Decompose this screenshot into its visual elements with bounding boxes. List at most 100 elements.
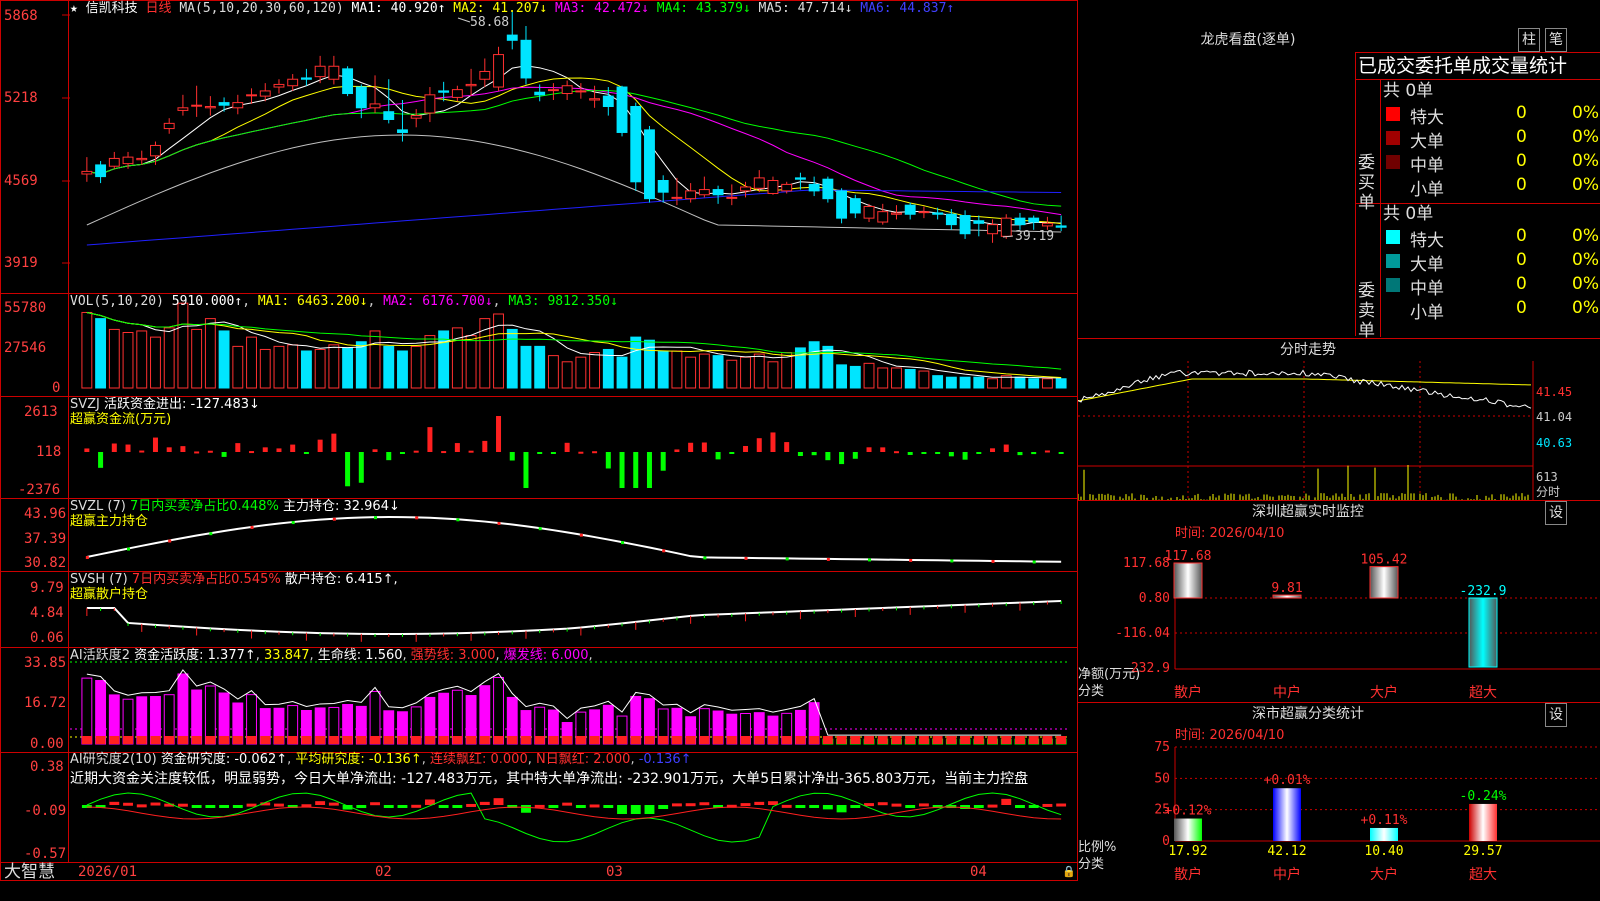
candle bbox=[177, 94, 189, 116]
svzl-line-tick bbox=[209, 532, 213, 536]
candle-body bbox=[781, 183, 793, 192]
period-label[interactable]: 日线 bbox=[146, 1, 172, 16]
svzj-bar bbox=[1003, 444, 1009, 452]
order-percent: 0% bbox=[1572, 250, 1599, 270]
candle bbox=[726, 184, 738, 206]
ai1-base-bar bbox=[630, 736, 641, 744]
ai1-base-bar bbox=[205, 736, 216, 744]
candle-body bbox=[493, 54, 504, 88]
ai-research-bars bbox=[81, 792, 1067, 843]
volume-bar bbox=[616, 356, 628, 389]
candle-body bbox=[122, 156, 134, 165]
volume-bar bbox=[451, 327, 463, 389]
monitor-bar-label: -232.9 bbox=[1460, 584, 1507, 599]
tick-mode-button[interactable]: 笔 bbox=[1545, 28, 1567, 52]
volume-bar bbox=[328, 344, 340, 389]
svzj-bar bbox=[1031, 452, 1037, 455]
star-icon[interactable]: ★ bbox=[70, 1, 78, 16]
ai1-axis-label: 33.85 bbox=[24, 655, 67, 671]
ai2-bar bbox=[809, 805, 820, 808]
ma-definition: MA(5,10,20,30,60,120) bbox=[179, 1, 344, 16]
date-axis-label: 03 bbox=[606, 864, 623, 880]
order-percent: 0% bbox=[1572, 127, 1599, 147]
ai1-base-bar bbox=[589, 736, 600, 744]
ai2-bar bbox=[493, 798, 504, 805]
svzl-line bbox=[85, 516, 1062, 564]
candle-body bbox=[438, 90, 450, 93]
ai2-bar bbox=[850, 805, 861, 808]
order-color-swatch bbox=[1386, 230, 1400, 244]
svzj-subtitle: 超赢资金流(万元) bbox=[70, 412, 172, 427]
monitor-category-label: 散户 bbox=[1174, 684, 1202, 701]
volume-bar bbox=[849, 365, 861, 389]
ai2-bar bbox=[589, 804, 600, 808]
candle-body bbox=[204, 106, 216, 109]
candle-body bbox=[369, 103, 381, 109]
sz-stat-chart: 7550250+0.12%17.92散户+0.01%42.12中户+0.11%1… bbox=[1154, 740, 1600, 883]
candle bbox=[273, 79, 285, 94]
svzj-bar bbox=[317, 439, 323, 452]
ai1-base-bar bbox=[123, 736, 133, 744]
ai1-base-bar bbox=[150, 736, 161, 744]
ai2-e: -0.136↑ bbox=[638, 752, 692, 767]
volume-bar bbox=[108, 328, 120, 389]
candle-body bbox=[328, 65, 340, 80]
vol-axis-label: 55780 bbox=[4, 300, 47, 316]
stock-name[interactable]: 信凯科技 bbox=[86, 1, 138, 16]
candle-body bbox=[685, 190, 697, 200]
ai1-base-bar bbox=[713, 736, 724, 744]
svsh-axis-label: 4.84 bbox=[30, 605, 64, 621]
column-mode-button[interactable]: 柱 bbox=[1518, 28, 1540, 52]
svzj-bar bbox=[756, 438, 762, 452]
volume-bar bbox=[918, 370, 930, 389]
ai1-base-bar bbox=[136, 736, 147, 744]
volume-header: VOL(5,10,20) 5910.000↑, MA1: 6463.200↓, … bbox=[70, 294, 618, 309]
svzj-bar bbox=[303, 452, 309, 454]
order-color-swatch bbox=[1386, 278, 1400, 292]
svsh-subtitle: 超赢散户持仓 bbox=[70, 587, 149, 602]
svzj-bar bbox=[592, 451, 598, 454]
volume-bar bbox=[547, 355, 559, 389]
svzl-line-tick bbox=[415, 516, 419, 520]
lock-icon[interactable]: 🔒 bbox=[1062, 864, 1076, 880]
order-row: 中单 0 0% bbox=[1382, 274, 1600, 299]
volume-bar bbox=[657, 350, 669, 389]
svzl-axis-label: 37.39 bbox=[24, 531, 67, 547]
order-type-label: 大单 bbox=[1410, 132, 1444, 152]
svzj-bar bbox=[893, 451, 899, 454]
svzj-bar bbox=[523, 452, 529, 488]
ai1-axis-label: 16.72 bbox=[24, 695, 67, 711]
svzj-bar bbox=[454, 443, 460, 452]
volume-bar bbox=[575, 356, 587, 389]
sz-monitor-panel: 深圳超赢实时监控 设 时间: 2026/04/10 117.68 0.80 -116… bbox=[1078, 500, 1600, 702]
candle-body bbox=[465, 83, 477, 87]
vol-ma2: MA2: 6176.700↓ bbox=[383, 294, 493, 309]
candle bbox=[959, 210, 971, 239]
svzj-bar bbox=[770, 432, 776, 452]
ma2-value: MA2: 41.207↓ bbox=[453, 1, 548, 16]
ai1-base-bar bbox=[246, 736, 257, 744]
volume-bar bbox=[932, 375, 944, 389]
monitor-category-label: 超大 bbox=[1469, 685, 1497, 701]
candle bbox=[794, 172, 806, 190]
ai2-bar bbox=[315, 801, 326, 805]
candle-body bbox=[355, 86, 367, 109]
ai1-base-bar bbox=[575, 736, 586, 744]
intraday-panel[interactable]: 分时走势 41.45 41.04 40.63 613 分时 bbox=[1078, 338, 1600, 501]
stat-bar bbox=[1174, 818, 1202, 841]
svzj-header: SVZJ 活跃资金进出: -127.483↓ bbox=[70, 397, 260, 413]
svzl-line-tick bbox=[291, 521, 295, 525]
stat-change-label: +0.01% bbox=[1264, 773, 1311, 788]
candle-body bbox=[822, 178, 834, 200]
ai2-bar bbox=[466, 803, 477, 807]
stat-category-label: 中户 bbox=[1273, 866, 1301, 883]
vol-ma1: MA1: 6463.200↓ bbox=[257, 294, 368, 309]
ai2-bar bbox=[877, 802, 888, 806]
svzj-bar bbox=[619, 452, 625, 488]
candle-body bbox=[712, 189, 724, 196]
ai2-bar bbox=[274, 803, 284, 807]
volume-bar bbox=[273, 345, 285, 389]
order-row: 小单 0 0% bbox=[1382, 298, 1600, 323]
volume-bar bbox=[740, 356, 751, 389]
ai1-base-bar bbox=[411, 736, 422, 744]
